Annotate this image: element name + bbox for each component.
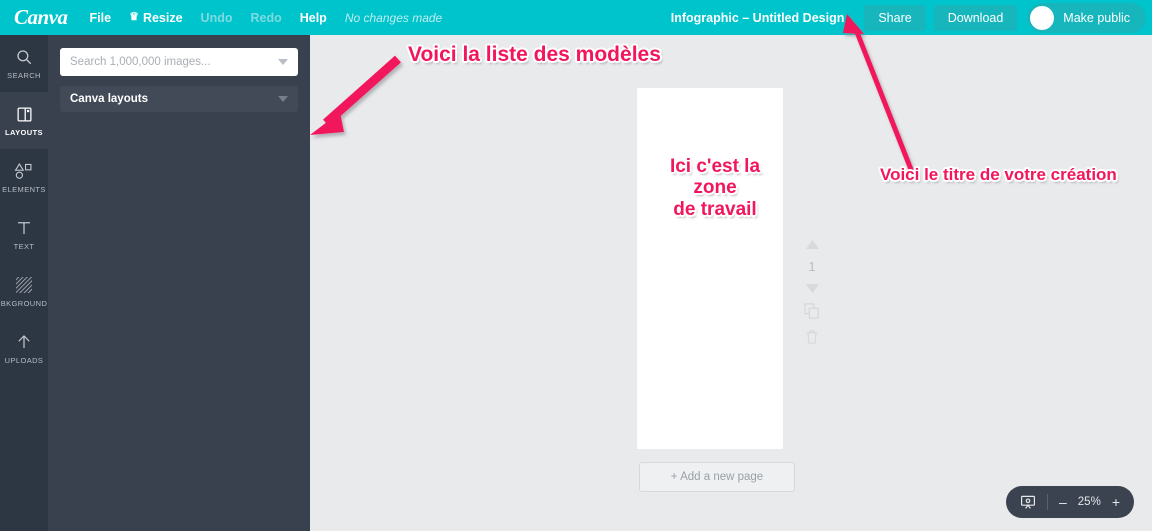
sidebar-item-label: UPLOADS: [4, 356, 44, 365]
toggle-knob-icon[interactable]: [1030, 5, 1055, 30]
search-icon: [15, 47, 33, 67]
duplicate-page-icon[interactable]: [804, 303, 820, 319]
sidebar-item-background[interactable]: BKGROUND: [0, 263, 48, 320]
upload-icon: [15, 332, 33, 352]
move-page-down-icon[interactable]: [805, 284, 819, 293]
menu-item-resize[interactable]: ♛ Resize: [129, 11, 182, 25]
menu-item-label: File: [89, 10, 112, 25]
share-button[interactable]: Share: [864, 4, 926, 31]
delete-page-icon[interactable]: [805, 329, 819, 345]
sidebar-item-label: BKGROUND: [0, 299, 48, 308]
sidebar-item-label: LAYOUTS: [5, 128, 43, 137]
zoom-level: 25%: [1077, 496, 1101, 508]
menu-bar: File ♛ Resize Undo Redo Help No changes …: [90, 11, 443, 25]
search-input[interactable]: [60, 56, 278, 68]
sidebar-item-elements[interactable]: ELEMENTS: [0, 149, 48, 206]
chevron-down-icon[interactable]: [278, 96, 288, 102]
menu-item-label: Undo: [200, 10, 233, 25]
chevron-down-icon[interactable]: [278, 59, 288, 65]
sidebar-item-label: ELEMENTS: [2, 185, 46, 194]
layouts-icon: [16, 104, 33, 124]
add-new-page-button[interactable]: + Add a new page: [639, 462, 795, 492]
top-bar: Canva File ♛ Resize Undo Redo Help No ch…: [0, 0, 1152, 35]
canva-logo[interactable]: Canva: [14, 7, 68, 28]
design-page[interactable]: [637, 88, 783, 449]
layouts-panel: Canva layouts: [48, 35, 310, 531]
menu-item-file[interactable]: File: [90, 11, 112, 25]
menu-item-help[interactable]: Help: [300, 11, 327, 25]
zoom-in-button[interactable]: +: [1112, 495, 1120, 509]
save-status-text: No changes made: [344, 10, 443, 25]
canvas-workspace[interactable]: 1 + Add a new page – 25% +: [310, 35, 1152, 531]
annotation-templates-list: Voici la liste des modèles: [408, 43, 661, 66]
divider: [1046, 494, 1048, 510]
menu-item-redo[interactable]: Redo: [250, 11, 281, 25]
document-title[interactable]: Infographic – Untitled Design: [671, 11, 845, 25]
zoom-toolbar: – 25% +: [1005, 486, 1134, 518]
sidebar-item-label: TEXT: [13, 242, 35, 251]
search-wrapper: [48, 35, 310, 76]
move-page-up-icon[interactable]: [805, 240, 819, 249]
sidebar-item-uploads[interactable]: UPLOADS: [0, 320, 48, 377]
menu-item-label: Resize: [142, 10, 183, 25]
annotation-work-zone: Ici c'est la zone de travail: [669, 156, 761, 220]
annotation-design-title: Voici le titre de votre création: [880, 165, 1117, 184]
sidebar-item-text[interactable]: TEXT: [0, 206, 48, 263]
zoom-out-button[interactable]: –: [1059, 495, 1067, 509]
sidebar-item-search[interactable]: SEARCH: [0, 35, 48, 92]
elements-icon: [14, 161, 34, 181]
top-bar-right: Infographic – Untitled Design Share Down…: [671, 2, 1152, 33]
sidebar-item-layouts[interactable]: LAYOUTS: [0, 92, 48, 149]
make-public-label: Make public: [1063, 10, 1130, 25]
present-icon[interactable]: [1020, 494, 1036, 510]
dropdown-label: Canva layouts: [70, 93, 148, 105]
canva-editor-window: Canva File ♛ Resize Undo Redo Help No ch…: [0, 0, 1152, 531]
left-icon-rail: SEARCH LAYOUTS ELEMENTS TEXT BKGROUND UP…: [0, 35, 48, 531]
page-controls: 1: [797, 240, 827, 345]
make-public-toggle[interactable]: Make public: [1027, 2, 1146, 33]
menu-item-undo[interactable]: Undo: [201, 11, 233, 25]
text-icon: [15, 218, 33, 238]
crown-icon: ♛: [129, 11, 139, 23]
download-button[interactable]: Download: [933, 4, 1018, 31]
layout-category-dropdown[interactable]: Canva layouts: [60, 86, 298, 112]
page-number: 1: [808, 259, 816, 274]
menu-item-label: Redo: [250, 10, 282, 25]
menu-item-label: Help: [299, 10, 327, 25]
background-icon: [15, 275, 33, 295]
sidebar-item-label: SEARCH: [7, 71, 41, 80]
search-box[interactable]: [60, 48, 298, 76]
